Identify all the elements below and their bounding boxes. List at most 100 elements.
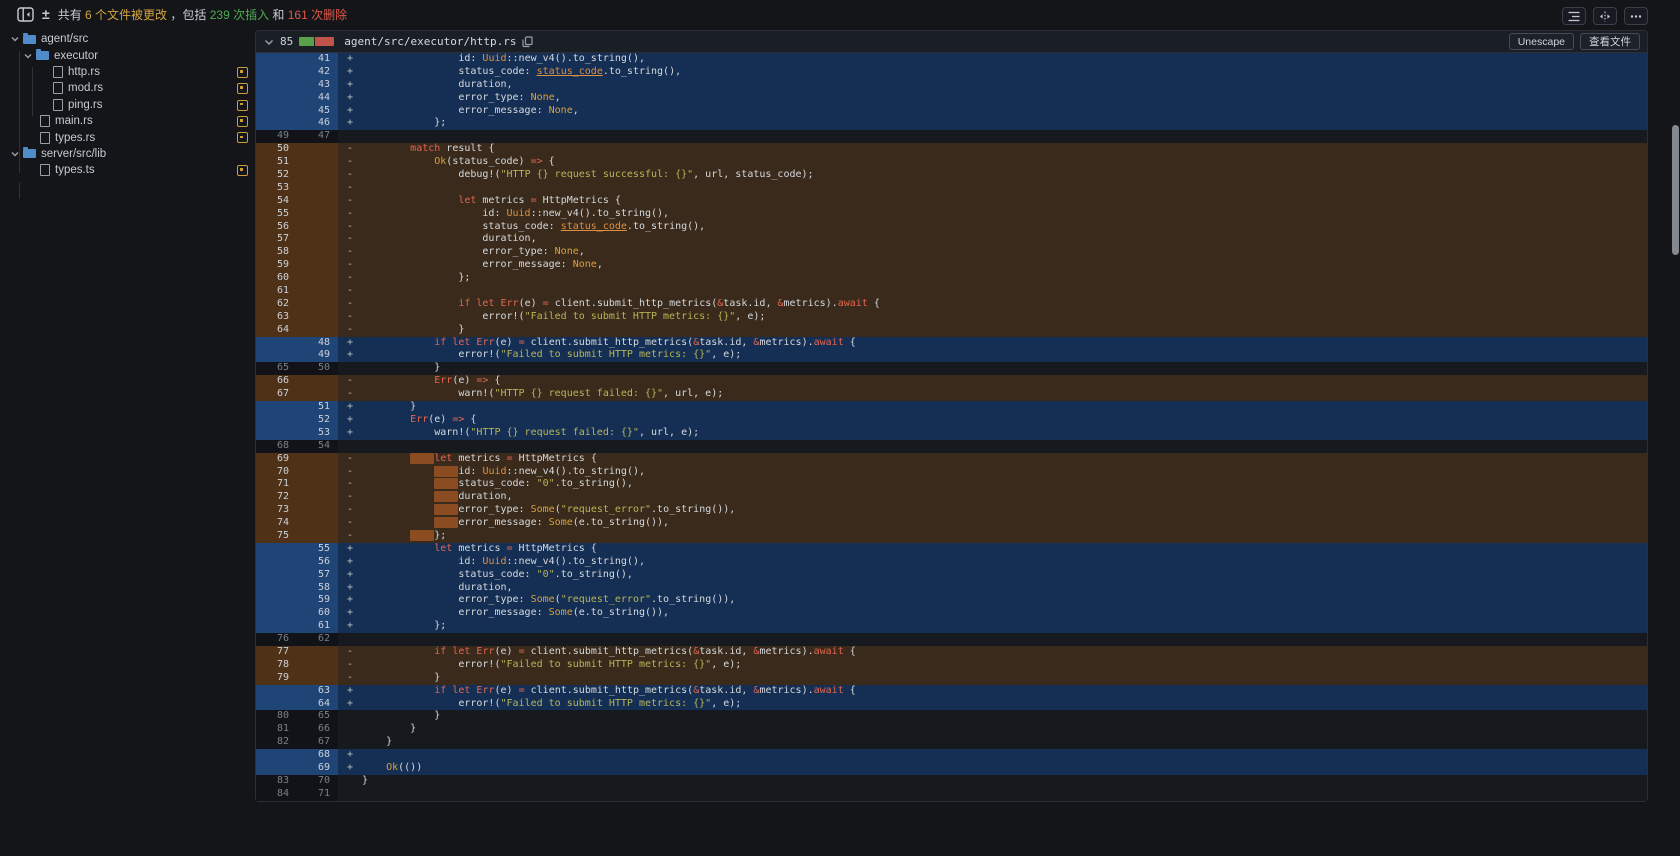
unescape-button[interactable]: Unescape — [1509, 33, 1574, 50]
old-line-number: 83 — [256, 775, 297, 788]
code-token: await — [838, 298, 868, 309]
new-line-number — [297, 504, 338, 517]
outline-list-button[interactable] — [1562, 7, 1586, 25]
list-icon — [1567, 10, 1581, 23]
new-line-number — [297, 259, 338, 272]
copy-path-button[interactable] — [522, 36, 533, 48]
code-line: - status_code: "0".to_string(), — [338, 478, 1647, 491]
diff-row: 53+ warn!("HTTP {} request failed: {}", … — [256, 427, 1647, 440]
new-line-number — [297, 517, 338, 530]
new-line-number — [297, 659, 338, 672]
old-line-number: 61 — [256, 285, 297, 298]
code-token: metrics — [476, 195, 530, 206]
diff-row: 69- let metrics = HttpMetrics { — [256, 453, 1647, 466]
code-line: - error_type: Some("request_error".to_st… — [338, 504, 1647, 517]
tree-folder-server-src-lib[interactable]: server/src/lib — [8, 146, 256, 162]
code-token: { — [488, 375, 500, 386]
code-token — [362, 466, 434, 477]
diff-marker: - — [347, 169, 362, 182]
tree-folder-agent-src[interactable]: agent/src — [8, 31, 256, 47]
code-token: if — [434, 685, 446, 696]
new-line-number — [297, 672, 338, 685]
old-line-number: 82 — [256, 736, 297, 749]
code-token: error!( — [362, 311, 525, 322]
diff-marker: - — [347, 246, 362, 259]
new-line-number: 60 — [297, 607, 338, 620]
more-options-button[interactable] — [1624, 7, 1648, 25]
tree-file-http-rs[interactable]: http.rs — [8, 64, 256, 80]
tree-file-types-ts[interactable]: types.ts — [8, 162, 256, 178]
diff-row: 8471 — [256, 788, 1647, 801]
old-line-number — [256, 79, 297, 92]
code-token: id: — [362, 53, 482, 64]
code-token: ::new_v4().to_string(), — [507, 556, 645, 567]
code-line: - debug!("HTTP {} request successful: {}… — [338, 169, 1647, 182]
diff-row: 55- id: Uuid::new_v4().to_string(), — [256, 208, 1647, 221]
diff-row: 6854 — [256, 440, 1647, 453]
new-line-number: 42 — [297, 66, 338, 79]
code-token: duration, — [362, 582, 513, 593]
code-token: Uuid — [482, 53, 506, 64]
tree-folder-executor[interactable]: executor — [8, 47, 256, 63]
view-file-button[interactable]: 查看文件 — [1580, 33, 1640, 50]
code-token: "Failed to submit HTTP metrics: {}" — [500, 349, 711, 360]
diff-marker: - — [347, 233, 362, 246]
diff-row: 46+ }; — [256, 117, 1647, 130]
code-token: { — [543, 156, 555, 167]
tree-file-types-rs[interactable]: types.rs — [8, 129, 256, 145]
code-token — [362, 298, 458, 309]
code-token — [410, 453, 434, 464]
old-line-number — [256, 66, 297, 79]
copy-icon — [522, 36, 533, 48]
diff-marker: + — [347, 685, 362, 698]
diff-row: 44+ error_type: None, — [256, 92, 1647, 105]
code-token: let — [476, 298, 494, 309]
old-line-number — [256, 594, 297, 607]
split-view-button[interactable] — [1593, 7, 1617, 25]
folder-icon — [23, 35, 36, 44]
file-icon — [53, 82, 63, 94]
diff-row: 69+ Ok(()) — [256, 762, 1647, 775]
code-token: .to_string(), — [627, 221, 705, 232]
code-token: => — [452, 414, 464, 425]
code-token — [362, 762, 386, 773]
diff-row: 67- warn!("HTTP {} request failed: {}", … — [256, 388, 1647, 401]
new-line-number — [297, 466, 338, 479]
tree-item-label: server/src/lib — [41, 148, 106, 160]
tree-file-mod-rs[interactable]: mod.rs — [8, 80, 256, 96]
diff-marker: + — [347, 620, 362, 633]
collapse-file-button[interactable] — [264, 38, 274, 46]
code-token: { — [844, 646, 856, 657]
code-line — [338, 130, 1647, 143]
file-changes-count: 85 — [280, 35, 293, 48]
code-token: , e); — [711, 698, 741, 709]
code-token: Uuid — [482, 556, 506, 567]
code-token: status_code: — [362, 221, 561, 232]
new-line-number — [297, 298, 338, 311]
code-token: metrics). — [784, 298, 838, 309]
old-line-number: 55 — [256, 208, 297, 221]
tree-file-ping-rs[interactable]: ping.rs — [8, 97, 256, 113]
code-line: } — [338, 736, 1647, 749]
code-token: Err — [476, 337, 494, 348]
diff-row: 8370} — [256, 775, 1647, 788]
tree-file-main-rs[interactable]: main.rs — [8, 113, 256, 129]
file-icon — [40, 132, 50, 144]
new-line-number: 50 — [297, 362, 338, 375]
diff-row: 54- let metrics = HttpMetrics { — [256, 195, 1647, 208]
code-token — [434, 517, 458, 528]
toggle-file-tree-button[interactable] — [17, 7, 34, 22]
tree-item-label: types.rs — [55, 132, 95, 144]
scrollbar-thumb[interactable] — [1672, 125, 1679, 255]
code-token: Some — [549, 607, 573, 618]
diff-row: 43+ duration, — [256, 79, 1647, 92]
code-token: let — [434, 543, 452, 554]
diff-row: 51- Ok(status_code) => { — [256, 156, 1647, 169]
code-line: - } — [338, 672, 1647, 685]
old-line-number — [256, 620, 297, 633]
diff-row: 4947 — [256, 130, 1647, 143]
deletions-bar — [315, 37, 334, 46]
old-line-number: 75 — [256, 530, 297, 543]
diff-file-panel: 85 agent/src/executor/http.rs Unescape 查… — [255, 30, 1648, 802]
summary-and: 和 — [269, 8, 288, 22]
